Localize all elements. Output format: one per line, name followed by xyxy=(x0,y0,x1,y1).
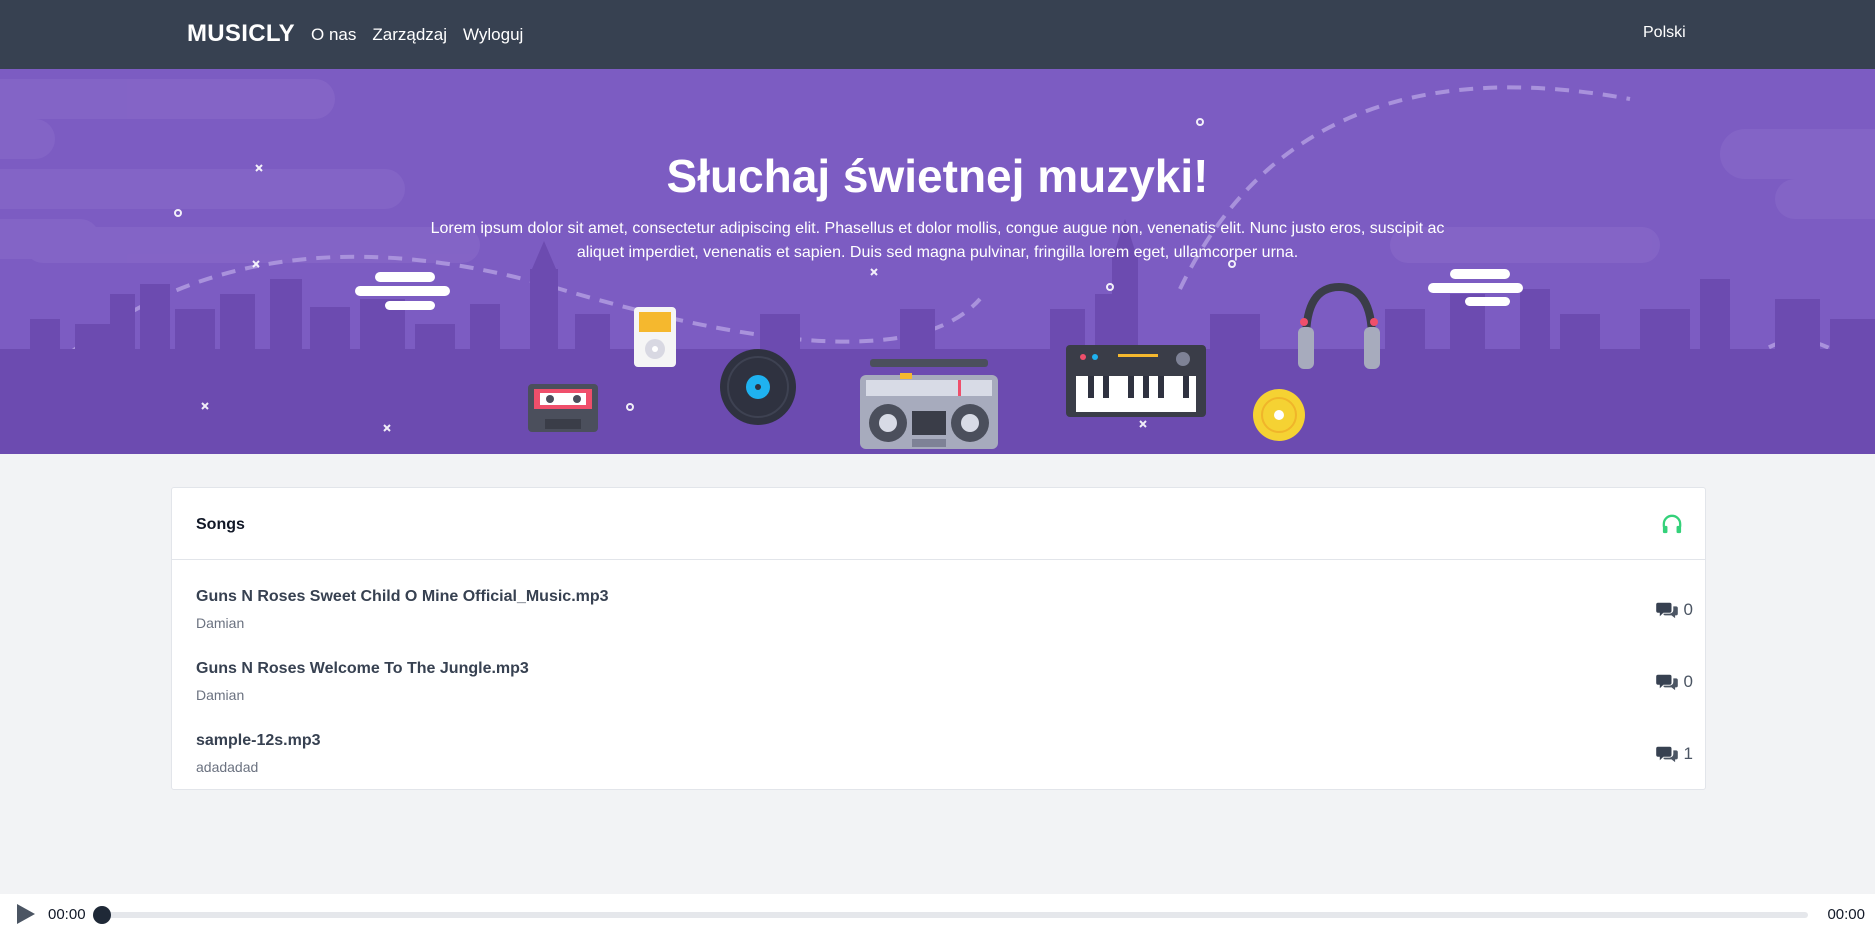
nav-links: O nas Zarządzaj Wyloguj xyxy=(311,25,523,45)
comments-count: 0 xyxy=(1683,600,1693,619)
progress-thumb[interactable] xyxy=(93,906,111,924)
keyboard-synth-icon xyxy=(1066,345,1206,417)
song-title[interactable]: Guns N Roses Welcome To The Jungle.mp3 xyxy=(196,660,529,678)
comments-icon xyxy=(1655,746,1678,763)
song-item[interactable]: sample-12s.mp3 adadadad 1 xyxy=(172,732,1705,804)
song-title[interactable]: Guns N Roses Sweet Child O Mine Official… xyxy=(196,588,609,606)
song-comments: 1 xyxy=(1655,744,1693,764)
song-author: Damian xyxy=(196,615,245,631)
songs-card: Songs Guns N Roses Sweet Child O Mine Of… xyxy=(171,487,1706,790)
comments-count: 0 xyxy=(1683,672,1693,691)
cassette-icon xyxy=(528,384,598,432)
navbar: MUSICLY O nas Zarządzaj Wyloguj Polski xyxy=(0,0,1875,69)
song-comments: 0 xyxy=(1655,672,1693,692)
duration-time: 00:00 xyxy=(1827,906,1865,923)
hero-subtitle: Lorem ipsum dolor sit amet, consectetur … xyxy=(430,220,1445,261)
song-item[interactable]: Guns N Roses Welcome To The Jungle.mp3 D… xyxy=(172,660,1705,732)
song-author: Damian xyxy=(196,687,245,703)
comments-count: 1 xyxy=(1683,744,1693,763)
current-time: 00:00 xyxy=(48,906,86,923)
songs-title: Songs xyxy=(196,516,245,533)
language-selector[interactable]: Polski xyxy=(1643,24,1686,42)
song-title[interactable]: sample-12s.mp3 xyxy=(196,732,321,750)
nav-link-logout[interactable]: Wyloguj xyxy=(463,25,523,45)
hero-banner: Słuchaj świetnej muzyki! Lorem ipsum dol… xyxy=(0,69,1875,454)
play-icon[interactable] xyxy=(14,903,36,925)
song-item[interactable]: Guns N Roses Sweet Child O Mine Official… xyxy=(172,588,1705,660)
nav-link-manage[interactable]: Zarządzaj xyxy=(372,25,447,45)
song-comments: 0 xyxy=(1655,600,1693,620)
brand-logo[interactable]: MUSICLY xyxy=(187,20,295,48)
vinyl-record-icon xyxy=(720,349,796,425)
nav-link-about[interactable]: O nas xyxy=(311,25,356,45)
comments-icon xyxy=(1655,674,1678,691)
progress-track[interactable] xyxy=(100,912,1808,918)
songs-card-header: Songs xyxy=(172,488,1705,560)
ipod-icon xyxy=(634,307,676,367)
headphones-icon xyxy=(1662,514,1682,534)
song-author: adadadad xyxy=(196,759,259,775)
comments-icon xyxy=(1655,602,1678,619)
hero-title: Słuchaj świetnej muzyki! xyxy=(666,150,1209,202)
cd-icon xyxy=(1253,389,1305,441)
audio-player: 00:00 00:00 xyxy=(0,894,1875,936)
